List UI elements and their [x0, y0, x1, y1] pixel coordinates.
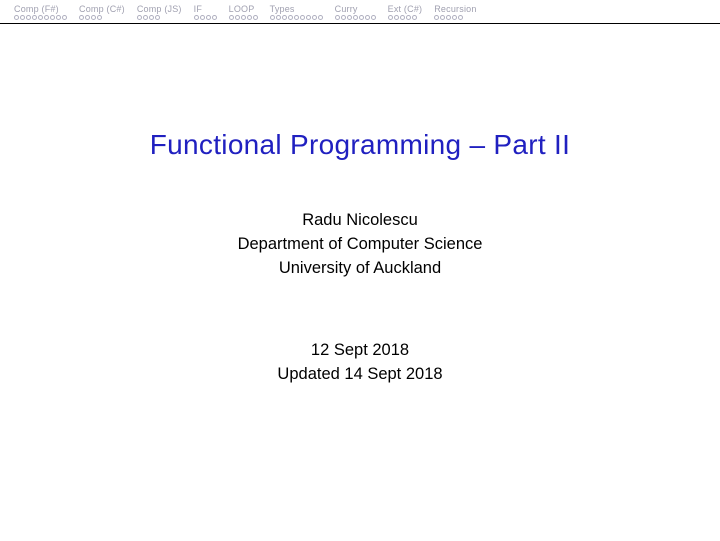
- slide-dot-icon[interactable]: [318, 15, 323, 20]
- nav-section-label: LOOP: [229, 4, 255, 14]
- author-name: Radu Nicolescu: [0, 209, 720, 233]
- slide-dot-icon[interactable]: [452, 15, 457, 20]
- slide-dot-icon[interactable]: [270, 15, 275, 20]
- slide-dot-icon[interactable]: [371, 15, 376, 20]
- nav-section-label: Recursion: [434, 4, 476, 14]
- nav-section[interactable]: IF: [188, 4, 223, 20]
- slide-dot-icon[interactable]: [91, 15, 96, 20]
- presentation-title: Functional Programming – Part II: [0, 129, 720, 161]
- slide-dot-icon[interactable]: [394, 15, 399, 20]
- slide-dot-icon[interactable]: [56, 15, 61, 20]
- slide-dot-icon[interactable]: [253, 15, 258, 20]
- updated-date: Updated 14 Sept 2018: [0, 363, 720, 387]
- nav-section[interactable]: LOOP: [223, 4, 264, 20]
- slide-dot-icon[interactable]: [79, 15, 84, 20]
- slide-dot-icon[interactable]: [241, 15, 246, 20]
- nav-section-label: Comp (JS): [137, 4, 182, 14]
- slide-dot-icon[interactable]: [149, 15, 154, 20]
- slide-dot-icon[interactable]: [434, 15, 439, 20]
- presentation-date: 12 Sept 2018: [0, 339, 720, 363]
- author-university: University of Auckland: [0, 257, 720, 281]
- nav-slide-dots: [194, 15, 217, 20]
- nav-section[interactable]: Types: [264, 4, 329, 20]
- nav-section-label: Curry: [335, 4, 358, 14]
- slide-dot-icon[interactable]: [341, 15, 346, 20]
- nav-section-label: Ext (C#): [388, 4, 423, 14]
- slide-dot-icon[interactable]: [458, 15, 463, 20]
- slide-dot-icon[interactable]: [406, 15, 411, 20]
- nav-slide-dots: [335, 15, 376, 20]
- nav-section-label: Comp (F#): [14, 4, 59, 14]
- nav-slide-dots: [388, 15, 417, 20]
- nav-slide-dots: [14, 15, 67, 20]
- slide-dot-icon[interactable]: [335, 15, 340, 20]
- slide-dot-icon[interactable]: [446, 15, 451, 20]
- slide-dot-icon[interactable]: [440, 15, 445, 20]
- slide-dot-icon[interactable]: [206, 15, 211, 20]
- nav-section-label: Comp (C#): [79, 4, 125, 14]
- slide-dot-icon[interactable]: [14, 15, 19, 20]
- slide-dot-icon[interactable]: [212, 15, 217, 20]
- nav-slide-dots: [434, 15, 463, 20]
- slide-dot-icon[interactable]: [44, 15, 49, 20]
- slide-dot-icon[interactable]: [32, 15, 37, 20]
- slide-dot-icon[interactable]: [97, 15, 102, 20]
- slide-dot-icon[interactable]: [50, 15, 55, 20]
- nav-slide-dots: [137, 15, 160, 20]
- nav-section[interactable]: Comp (F#): [8, 4, 73, 20]
- nav-section[interactable]: Ext (C#): [382, 4, 429, 20]
- slide-dot-icon[interactable]: [359, 15, 364, 20]
- slide-dot-icon[interactable]: [26, 15, 31, 20]
- slide-dot-icon[interactable]: [365, 15, 370, 20]
- slide-dot-icon[interactable]: [400, 15, 405, 20]
- slide-dot-icon[interactable]: [155, 15, 160, 20]
- nav-section[interactable]: Comp (C#): [73, 4, 131, 20]
- slide-dot-icon[interactable]: [235, 15, 240, 20]
- slide-dot-icon[interactable]: [312, 15, 317, 20]
- author-department: Department of Computer Science: [0, 233, 720, 257]
- author-block: Radu Nicolescu Department of Computer Sc…: [0, 209, 720, 281]
- slide-content: Functional Programming – Part II Radu Ni…: [0, 24, 720, 387]
- nav-section[interactable]: Comp (JS): [131, 4, 188, 20]
- date-block: 12 Sept 2018 Updated 14 Sept 2018: [0, 339, 720, 387]
- slide-dot-icon[interactable]: [229, 15, 234, 20]
- nav-section-label: IF: [194, 4, 202, 14]
- slide-dot-icon[interactable]: [288, 15, 293, 20]
- slide-dot-icon[interactable]: [300, 15, 305, 20]
- slide-dot-icon[interactable]: [412, 15, 417, 20]
- nav-section[interactable]: Curry: [329, 4, 382, 20]
- slide-dot-icon[interactable]: [20, 15, 25, 20]
- nav-slide-dots: [79, 15, 102, 20]
- slide-dot-icon[interactable]: [85, 15, 90, 20]
- nav-slide-dots: [229, 15, 258, 20]
- slide-dot-icon[interactable]: [294, 15, 299, 20]
- slide-dot-icon[interactable]: [388, 15, 393, 20]
- slide-dot-icon[interactable]: [353, 15, 358, 20]
- nav-section[interactable]: Recursion: [428, 4, 482, 20]
- slide-dot-icon[interactable]: [137, 15, 142, 20]
- slide-dot-icon[interactable]: [282, 15, 287, 20]
- slide-dot-icon[interactable]: [347, 15, 352, 20]
- slide-dot-icon[interactable]: [276, 15, 281, 20]
- slide-dot-icon[interactable]: [143, 15, 148, 20]
- slide-dot-icon[interactable]: [62, 15, 67, 20]
- slide-dot-icon[interactable]: [194, 15, 199, 20]
- slide-dot-icon[interactable]: [306, 15, 311, 20]
- nav-section-label: Types: [270, 4, 295, 14]
- slide-dot-icon[interactable]: [247, 15, 252, 20]
- slide-dot-icon[interactable]: [200, 15, 205, 20]
- slide-dot-icon[interactable]: [38, 15, 43, 20]
- nav-slide-dots: [270, 15, 323, 20]
- section-nav-bar: Comp (F#) Comp (C#) Comp (JS) IF LOOP Types Cu…: [0, 0, 720, 24]
